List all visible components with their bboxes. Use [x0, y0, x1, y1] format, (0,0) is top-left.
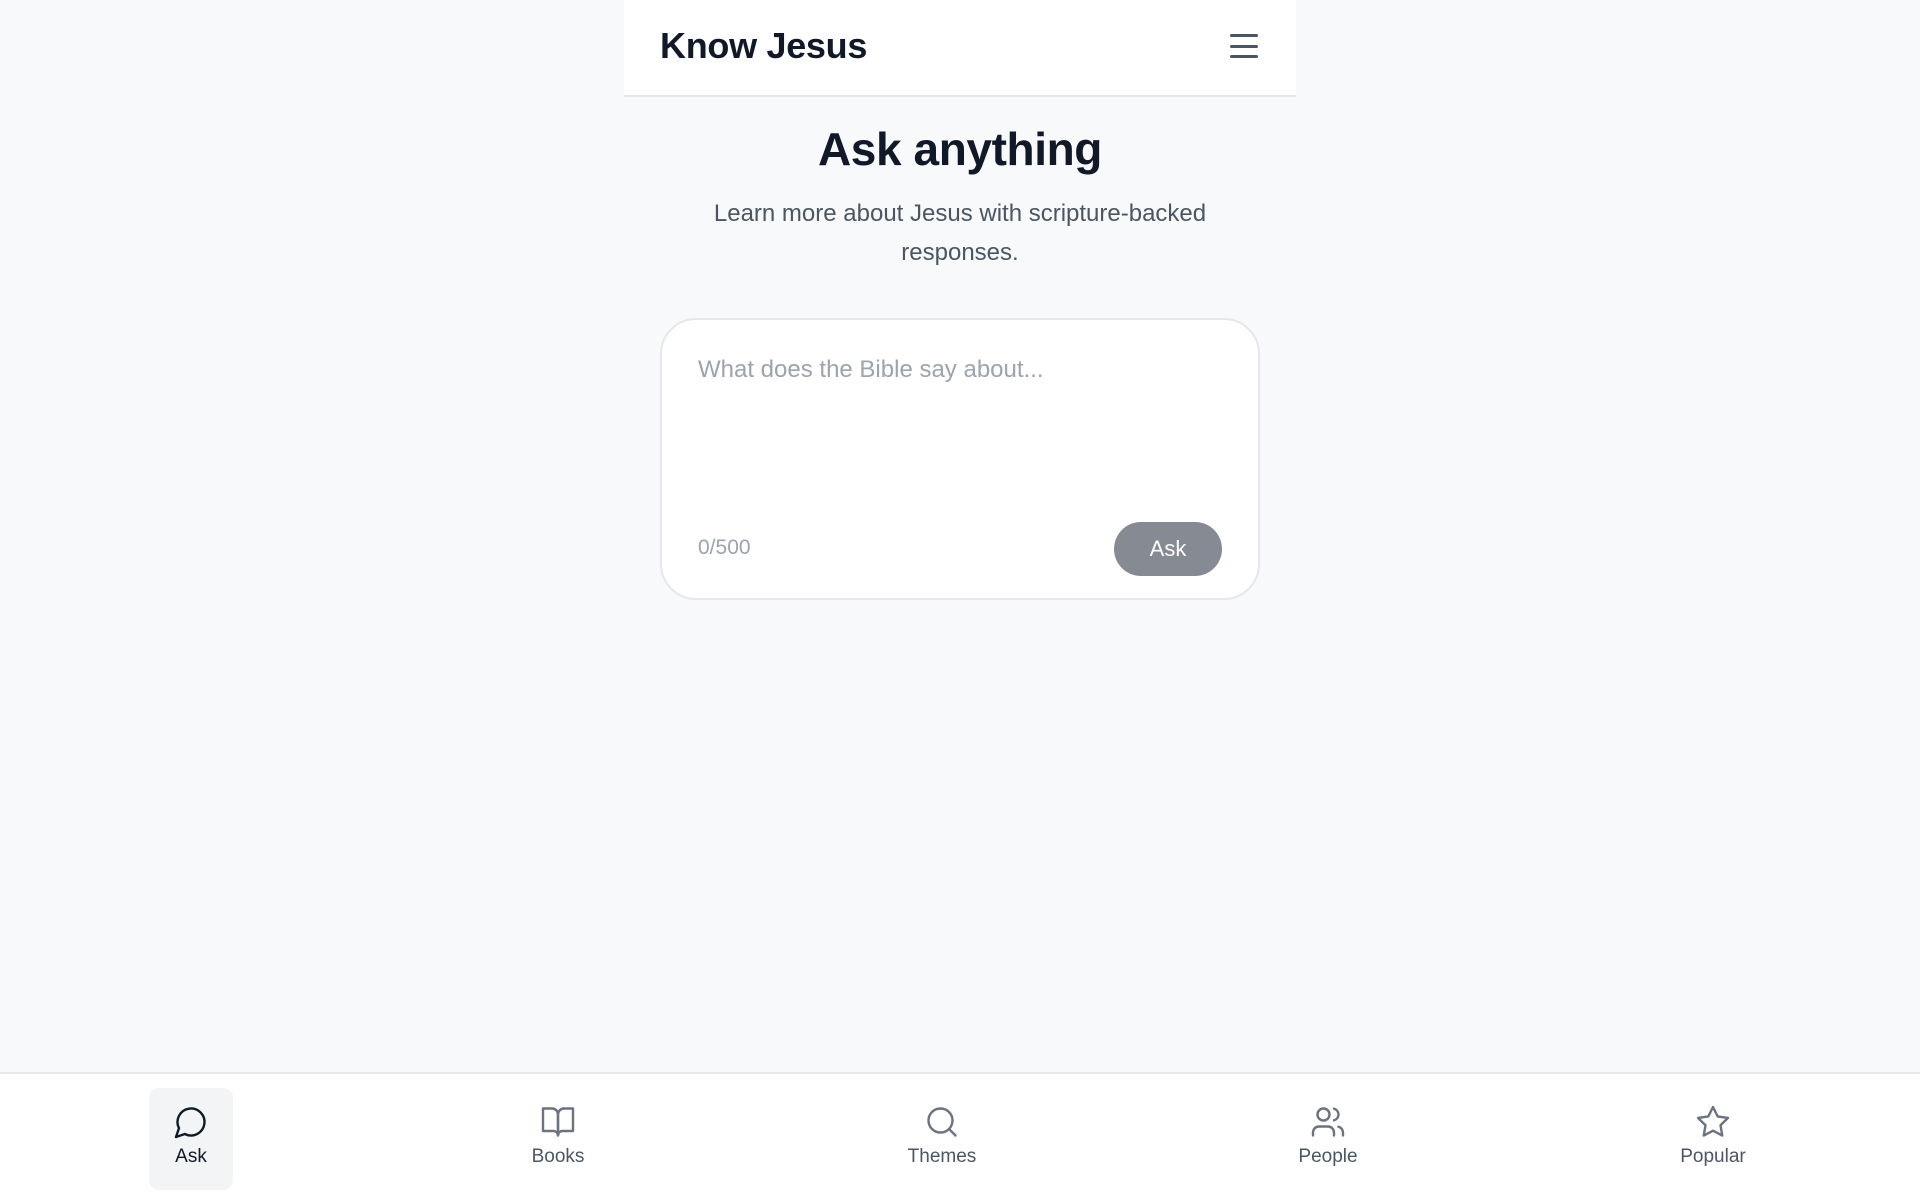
nav-label-people: People — [1298, 1146, 1358, 1167]
hamburger-menu-icon-bar — [1230, 44, 1258, 48]
app-header: Know Jesus — [624, 0, 1296, 97]
hamburger-menu-icon-bar — [1230, 55, 1258, 58]
nav-item-themes[interactable]: Themes — [900, 1088, 984, 1190]
bottom-nav: Ask Books Themes People Popular — [0, 1072, 1920, 1200]
page-title: Ask anything — [817, 123, 1103, 175]
hamburger-menu-icon — [1230, 34, 1258, 37]
nav-item-books[interactable]: Books — [516, 1088, 600, 1190]
nav-item-popular[interactable]: Popular — [1671, 1088, 1755, 1190]
nav-label-themes: Themes — [907, 1146, 977, 1167]
nav-item-people[interactable]: People — [1286, 1088, 1370, 1190]
search-icon — [927, 1107, 957, 1137]
chat-bubble-icon — [174, 1107, 206, 1139]
page-subtitle: Learn more about Jesus with scripture-ba… — [713, 200, 1207, 266]
nav-label-popular: Popular — [1680, 1146, 1746, 1167]
nav-item-ask[interactable]: Ask — [149, 1088, 233, 1190]
open-book-icon — [541, 1107, 575, 1137]
menu-button[interactable] — [1228, 30, 1260, 62]
app-title: Know Jesus — [660, 25, 868, 66]
nav-label-books: Books — [531, 1146, 585, 1167]
ask-button[interactable]: Ask — [1114, 522, 1222, 576]
question-input[interactable] — [698, 356, 1226, 476]
nav-label-ask: Ask — [175, 1146, 207, 1167]
people-icon — [1311, 1107, 1345, 1137]
ask-card: 0/500 Ask — [660, 318, 1260, 600]
star-icon — [1696, 1105, 1730, 1137]
character-counter: 0/500 — [698, 536, 751, 559]
